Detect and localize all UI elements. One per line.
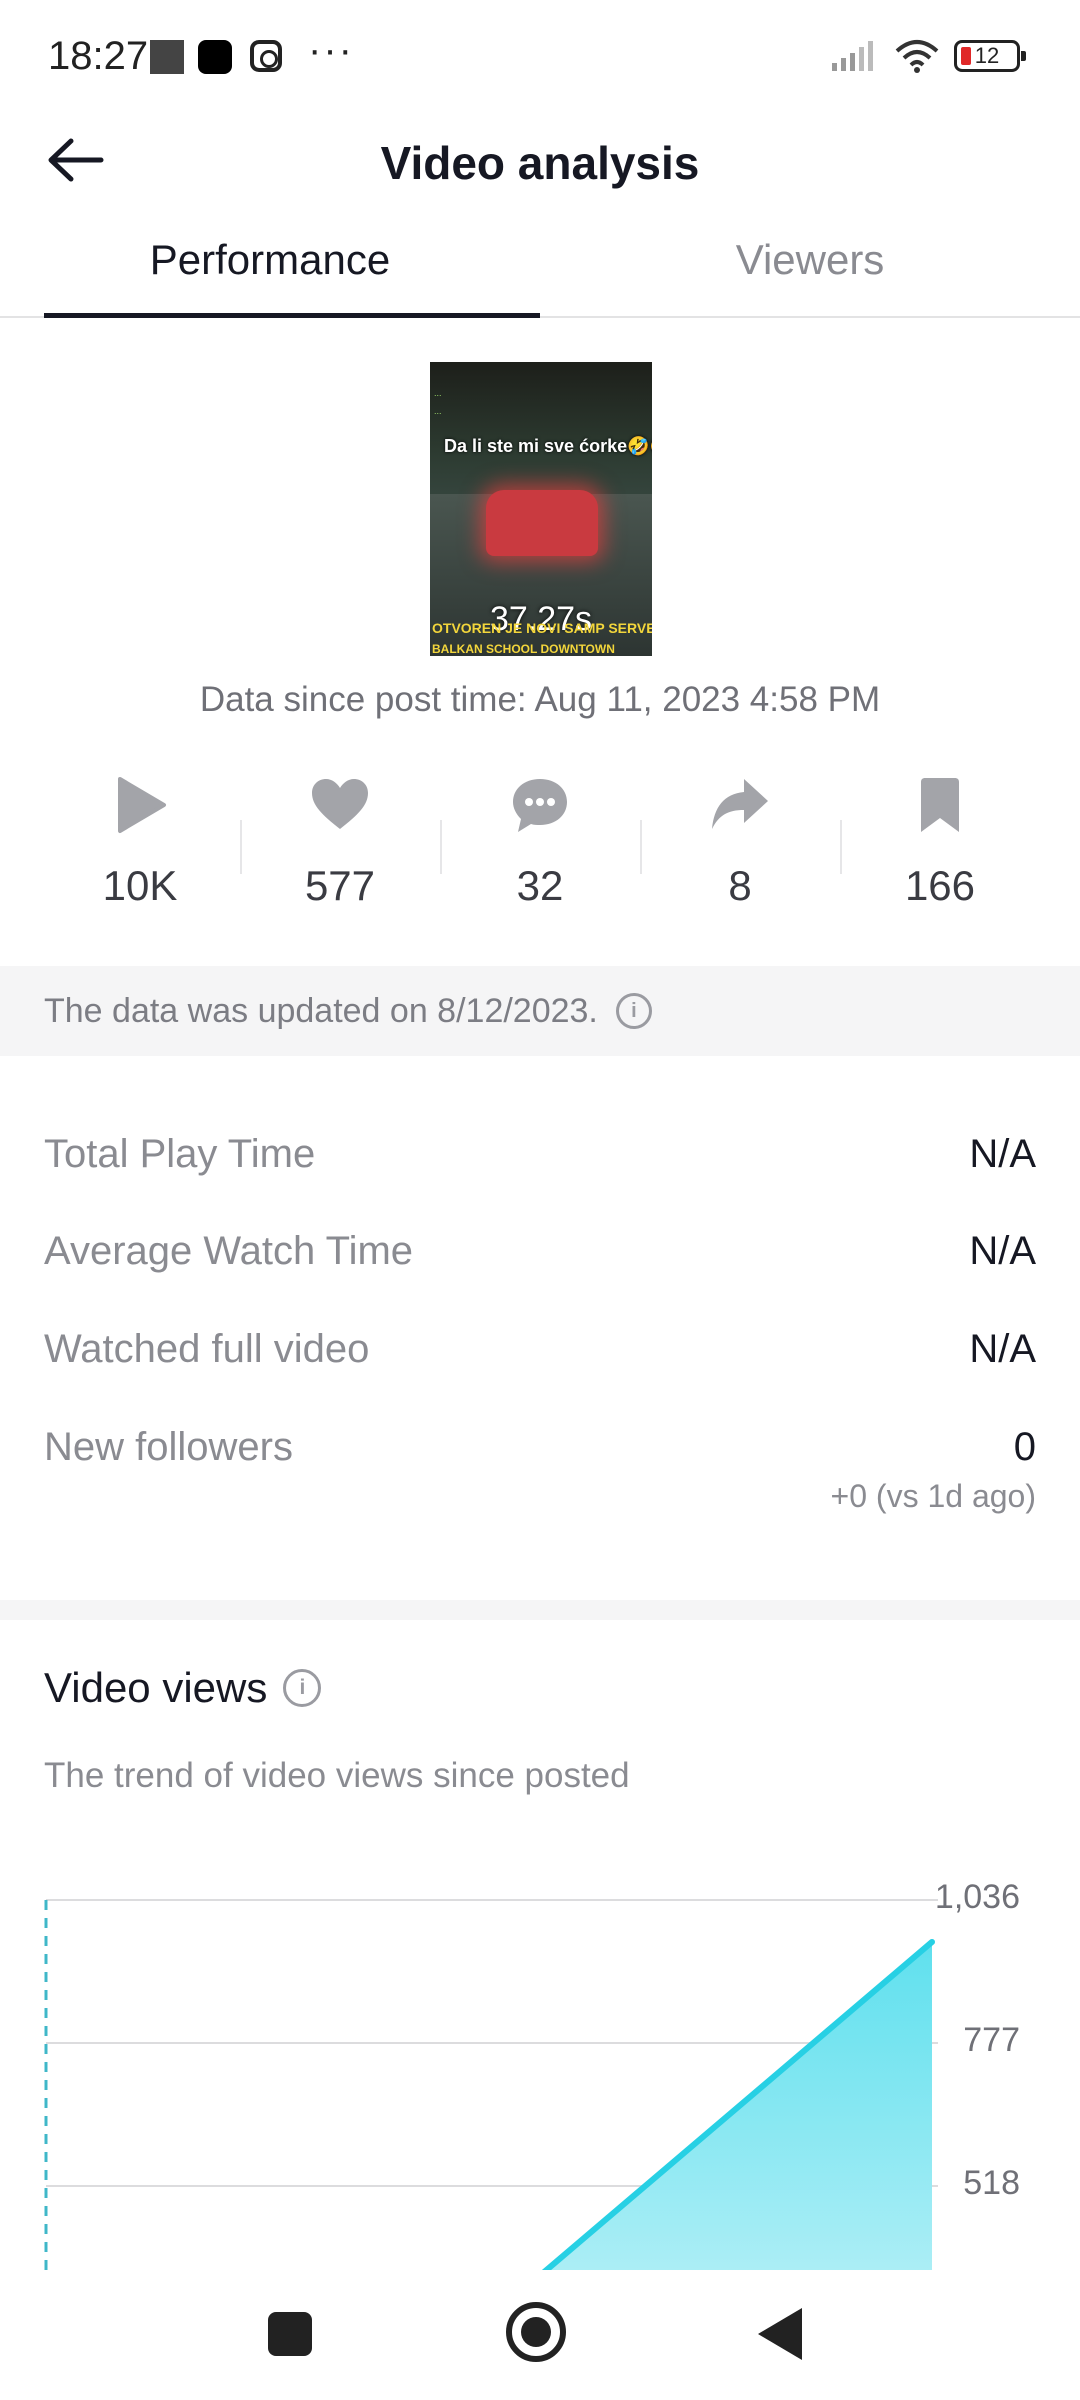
system-nav-bar (0, 2270, 1080, 2400)
stat-likes: 577 (240, 770, 440, 930)
tab-performance[interactable]: Performance (0, 220, 540, 318)
stat-saves: 166 (840, 770, 1040, 930)
status-bar: 18:27 ··· 12 (0, 0, 1080, 110)
data-since-text: Data since post time: Aug 11, 2023 4:58 … (199, 680, 881, 719)
metric-value: 0 (1013, 1425, 1036, 1469)
metric-label: Watched full video (44, 1327, 370, 1371)
play-icon (118, 777, 166, 833)
metric-new-followers: New followers 0 (44, 1425, 1036, 1470)
y-tick-label: 777 (963, 2021, 1020, 2059)
shares-count: 8 (728, 862, 752, 909)
metric-value: N/A (969, 1327, 1036, 1371)
stat-shares: 8 (640, 770, 840, 930)
battery-icon: 12 (954, 40, 1026, 72)
metric-value: N/A (969, 1229, 1036, 1273)
status-time: 18:27 (48, 34, 149, 78)
video-views-label: Video views (44, 1664, 268, 1711)
metric-total-play-time: Total Play Time N/A (44, 1132, 1036, 1177)
engagement-stats: 10K 577 32 8 166 (40, 770, 1040, 930)
saves-count: 166 (904, 862, 976, 909)
new-followers-change: +0 (vs 1d ago) (830, 1478, 1036, 1514)
heart-icon (312, 779, 368, 829)
thumbnail-chat-line: ... (434, 388, 442, 398)
comment-icon (513, 779, 567, 832)
home-circle-icon[interactable] (506, 2302, 566, 2362)
stat-comments: 32 (440, 770, 640, 930)
data-updated-notice: The data was updated on 8/12/2023. i (0, 966, 1080, 1056)
share-icon (712, 779, 768, 829)
tab-bar: Performance Viewers (0, 220, 1080, 318)
notification-square-icon (150, 40, 184, 74)
bookmark-icon (921, 778, 959, 832)
comments-count: 32 (516, 862, 564, 909)
thumbnail-caption: Da li ste mi sve ćorke🤣🤣🤣 (444, 436, 652, 456)
back-triangle-icon[interactable] (758, 2308, 802, 2360)
chart-svg (44, 1899, 938, 2270)
thumbnail-car (486, 490, 598, 556)
metric-label: New followers (44, 1425, 293, 1469)
battery-level: 12 (974, 43, 1000, 68)
video-thumbnail[interactable]: ... ... Da li ste mi sve ćorke🤣🤣🤣 37.27s… (430, 362, 652, 656)
app-notification-icon (198, 40, 232, 74)
metric-label: Total Play Time (44, 1132, 316, 1176)
status-right: 12 (830, 36, 1026, 76)
metric-value: N/A (969, 1132, 1036, 1176)
y-tick-label: 1,036 (934, 1878, 1020, 1916)
metric-label: Average Watch Time (44, 1229, 414, 1273)
thumbnail-promo-text-2: BALKAN SCHOOL DOWNTOWN (432, 642, 615, 656)
section-divider (0, 1600, 1080, 1620)
video-views-title: Video views i (44, 1664, 322, 1712)
notice-text: The data was updated on 8/12/2023. (44, 991, 598, 1030)
info-icon[interactable]: i (283, 1669, 322, 1707)
instagram-icon (250, 40, 282, 72)
more-notifications-icon: ··· (308, 28, 354, 72)
signal-icon (832, 41, 873, 71)
thumbnail-promo-text: OTVOREN JE NOVI SAMP SERVER (432, 620, 652, 636)
video-views-subtitle: The trend of video views since posted (44, 1756, 630, 1795)
video-views-chart: 1,036 777 518 (0, 1860, 1080, 2270)
plays-count: 10K (102, 862, 178, 909)
thumbnail-chat-line: ... (434, 406, 442, 416)
tab-viewers[interactable]: Viewers (540, 220, 1080, 316)
y-tick-label: 518 (963, 2164, 1020, 2202)
info-icon[interactable]: i (615, 993, 652, 1029)
chart-area (400, 1941, 932, 2270)
recents-square-icon[interactable] (268, 2312, 312, 2356)
stat-plays: 10K (40, 770, 240, 930)
header: Video analysis (0, 100, 1080, 220)
likes-count: 577 (304, 862, 376, 909)
wifi-icon (895, 40, 939, 73)
metric-average-watch-time: Average Watch Time N/A (44, 1229, 1036, 1274)
page-title: Video analysis (380, 137, 700, 189)
metric-watched-full-video: Watched full video N/A (44, 1327, 1036, 1372)
